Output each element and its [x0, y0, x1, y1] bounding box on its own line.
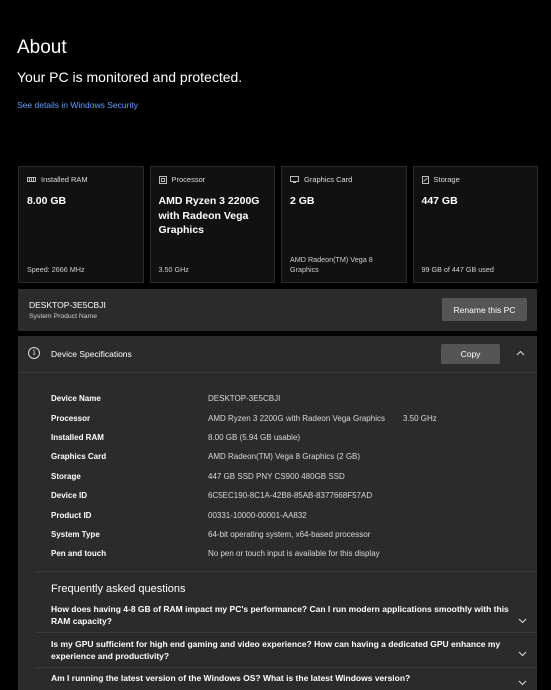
spec-row: Storage 447 GB SSD PNY CS900 480GB SSD: [51, 467, 437, 486]
spec-rows: Device Name DESKTOP-3E5CBJI Processor AMD …: [51, 389, 437, 564]
spec-value: AMD Ryzen 3 2200G with Radeon Vega Graph…: [208, 413, 385, 423]
card-storage: Storage 447 GB 99 GB of 447 GB used: [412, 166, 538, 283]
card-value: 2 GB: [290, 195, 315, 207]
spec-value: 6C5EC190-8C1A-42B8-85AB-8377668F57AD: [208, 491, 373, 501]
device-specifications-panel: i Device Specifications Copy Device Name…: [18, 336, 537, 690]
card-graphics-card: Graphics Card 2 GB AMD Radeon(TM) Vega 8…: [281, 166, 407, 283]
copy-button[interactable]: Copy: [441, 344, 500, 364]
page-title: About: [17, 37, 67, 58]
chevron-down-icon: [518, 651, 527, 657]
card-label: Installed RAM: [41, 175, 88, 184]
info-icon: i: [28, 347, 40, 359]
spec-row: Product ID 00331-10000-00001-AA832: [51, 505, 437, 524]
device-specifications-header[interactable]: i Device Specifications Copy: [18, 336, 537, 373]
spec-label: Device ID: [51, 491, 88, 501]
pc-name-panel: DESKTOP-3E5CBJI System Product Name Rena…: [18, 289, 537, 331]
spec-row: Device ID 6C5EC190-8C1A-42B8-85AB-8377668…: [51, 486, 437, 505]
spec-label: Graphics Card: [51, 452, 107, 462]
spec-value: No pen or touch input is available for t…: [208, 549, 380, 559]
card-label: Processor: [171, 175, 206, 184]
faq-divider: [36, 571, 537, 572]
card-foot: Speed: 2666 MHz: [27, 265, 85, 274]
pc-product-name: System Product Name: [29, 313, 97, 320]
chevron-down-icon: [518, 680, 527, 686]
card-foot: 99 GB of 447 GB used: [421, 265, 494, 274]
card-value: 447 GB: [421, 195, 458, 207]
card-processor: Processor AMD Ryzen 3 2200G with Radeon …: [149, 166, 275, 283]
spec-label: Product ID: [51, 510, 92, 520]
spec-label: Device Name: [51, 394, 101, 404]
storage-icon: [421, 175, 429, 184]
device-specifications-title: Device Specifications: [51, 349, 132, 359]
spec-row: Installed RAM 8.00 GB (5.94 GB usable): [51, 428, 437, 447]
card-foot: AMD Radeon(TM) Vega 8 Graphics: [290, 255, 373, 274]
spec-label: Processor: [51, 413, 91, 423]
spec-value: 64-bit operating system, x64-based proce…: [208, 529, 371, 539]
card-foot: 3.50 GHz: [158, 265, 189, 274]
chevron-down-icon: [518, 618, 527, 624]
spec-label: Storage: [51, 471, 81, 481]
faq-title: Frequently asked questions: [51, 583, 186, 595]
processor-icon: [158, 175, 167, 184]
spec-value: DESKTOP-3E5CBJI: [208, 394, 281, 404]
spec-row: Graphics Card AMD Radeon(TM) Vega 8 Graph…: [51, 447, 437, 466]
ram-icon: [27, 177, 36, 182]
card-value: AMD Ryzen 3 2200G with Radeon Vega Graph…: [158, 195, 260, 236]
spec-row: Pen and touch No pen or touch input is av…: [51, 544, 437, 563]
spec-value: 00331-10000-00001-AA832: [208, 510, 307, 520]
spec-value: 8.00 GB (5.94 GB usable): [208, 432, 301, 442]
spec-label: System Type: [51, 529, 100, 539]
spec-cards: Installed RAM 8.00 GB Speed: 2666 MHz Pr…: [18, 166, 538, 283]
spec-value: AMD Radeon(TM) Vega 8 Graphics (2 GB): [208, 452, 361, 462]
faq-question: Am I running the latest version of the W…: [51, 673, 411, 683]
faq-item[interactable]: Am I running the latest version of the W…: [36, 669, 537, 690]
spec-extra: 3.50 GHz: [402, 413, 437, 423]
protection-status: Your PC is monitored and protected.: [17, 69, 243, 85]
pc-name: DESKTOP-3E5CBJI: [29, 300, 106, 310]
card-value: 8.00 GB: [27, 195, 67, 207]
faq-question: How does having 4-8 GB of RAM impact my …: [51, 604, 509, 626]
spec-label: Installed RAM: [51, 432, 104, 442]
spec-row: Device Name DESKTOP-3E5CBJI: [51, 389, 437, 408]
spec-row: System Type 64-bit operating system, x64-…: [51, 525, 437, 544]
faq-question: Is my GPU sufficient for high end gaming…: [51, 639, 501, 661]
graphics-card-icon: [290, 176, 299, 183]
faq-item[interactable]: Is my GPU sufficient for high end gaming…: [36, 634, 537, 668]
rename-pc-button[interactable]: Rename this PC: [442, 298, 527, 321]
spec-label: Pen and touch: [51, 549, 107, 559]
chevron-up-icon[interactable]: [516, 349, 525, 358]
windows-security-link[interactable]: See details in Windows Security: [17, 100, 138, 110]
spec-value: 447 GB SSD PNY CS900 480GB SSD: [208, 471, 345, 481]
faq-item[interactable]: How does having 4-8 GB of RAM impact my …: [36, 599, 537, 633]
card-installed-ram: Installed RAM 8.00 GB Speed: 2666 MHz: [18, 166, 144, 283]
card-label: Storage: [433, 175, 460, 184]
spec-row: Processor AMD Ryzen 3 2200G with Radeon V…: [51, 408, 437, 427]
card-label: Graphics Card: [304, 175, 353, 184]
